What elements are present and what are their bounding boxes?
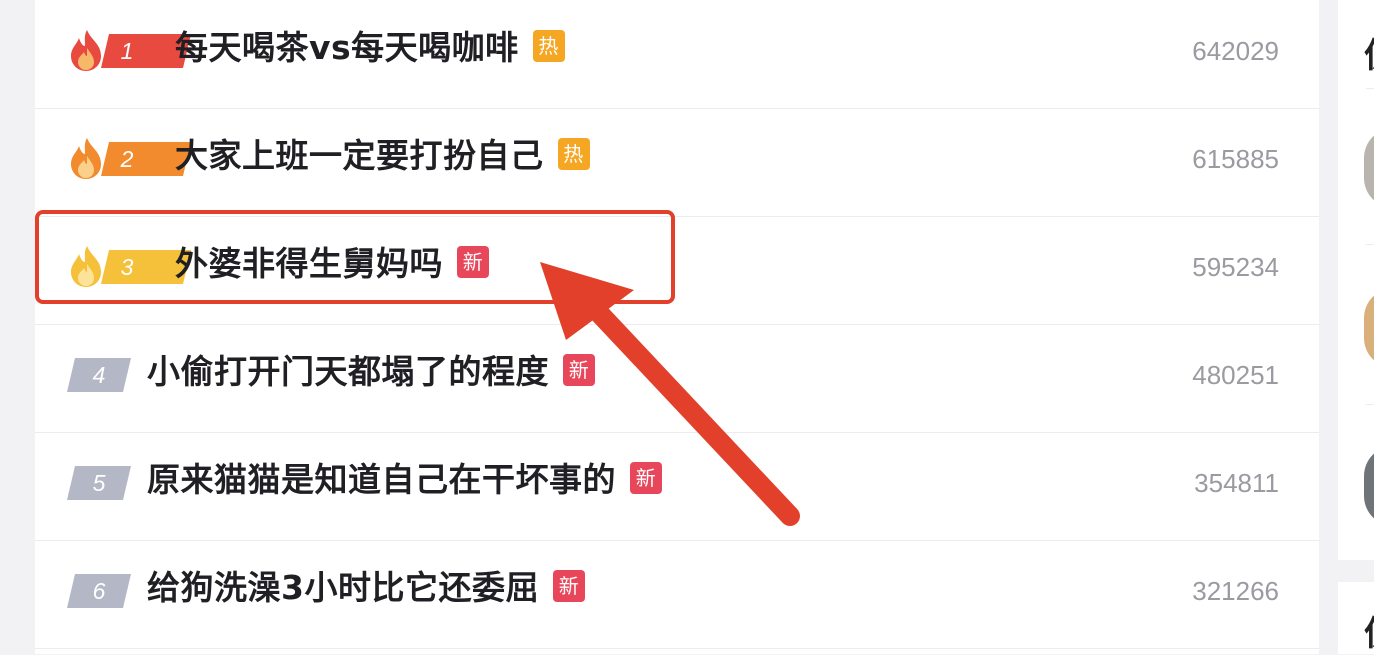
topic-title[interactable]: 原来猫猫是知道自己在干坏事的 (147, 460, 616, 499)
heat-count: 615885 (1192, 144, 1279, 174)
rank-number: 2 (120, 146, 134, 172)
topic-title[interactable]: 外婆非得生舅妈吗 (175, 244, 443, 283)
sidebar-heading: 仿 (1364, 606, 1374, 655)
rank-number: 1 (120, 38, 134, 64)
rank-badge: 2 (67, 138, 191, 179)
topic-title[interactable]: 小偷打开门天都塌了的程度 (147, 352, 549, 391)
topic-title[interactable]: 每天喝茶vs每天喝咖啡 (175, 28, 519, 67)
rank-number: 4 (92, 362, 106, 388)
new-tag: 新 (457, 246, 489, 278)
hot-tag: 热 (557, 138, 590, 170)
divider (1366, 88, 1374, 89)
topic-link[interactable]: 给狗洗澡3小时比它还委屈新 (147, 565, 585, 611)
heat-count: 480251 (1192, 360, 1279, 390)
list-item[interactable]: 6 给狗洗澡3小时比它还委屈新 321266 (35, 540, 1319, 649)
sidebar-card: 仿 (1338, 582, 1374, 654)
heat-count: 354811 (1194, 468, 1279, 498)
rank-badge: 1 (67, 30, 191, 71)
rank-badge: 3 (67, 246, 191, 287)
topic-link[interactable]: 每天喝茶vs每天喝咖啡热 (175, 25, 565, 71)
rank-badge: 5 (67, 466, 131, 500)
heat-count: 321266 (1192, 576, 1279, 606)
rank-badge: 4 (67, 358, 131, 392)
divider (1366, 404, 1374, 405)
heat-count: 595234 (1192, 252, 1279, 282)
topic-link[interactable]: 小偷打开门天都塌了的程度新 (147, 349, 595, 395)
topic-link[interactable]: 原来猫猫是知道自己在干坏事的新 (147, 457, 662, 503)
hot-tag: 热 (532, 30, 565, 62)
topic-link[interactable]: 外婆非得生舅妈吗新 (175, 241, 489, 287)
heat-count: 642029 (1192, 36, 1279, 66)
topic-title[interactable]: 大家上班一定要打扮自己 (175, 136, 544, 175)
list-item[interactable]: 4 小偷打开门天都塌了的程度新 480251 (35, 324, 1319, 433)
rank-number: 3 (120, 254, 134, 280)
list-item[interactable]: 2 大家上班一定要打扮自己热 615885 (35, 108, 1319, 217)
list-item[interactable]: 3 外婆非得生舅妈吗新 595234 (35, 216, 1319, 325)
topic-title[interactable]: 给狗洗澡3小时比它还委屈 (147, 568, 539, 607)
rank-number: 5 (92, 470, 106, 496)
list-item[interactable]: 1 每天喝茶vs每天喝咖啡热 642029 (35, 0, 1319, 109)
divider (1366, 244, 1374, 245)
topic-link[interactable]: 大家上班一定要打扮自己热 (175, 133, 590, 179)
list-item[interactable]: 5 原来猫猫是知道自己在干坏事的新 354811 (35, 432, 1319, 541)
rank-badge: 6 (67, 574, 131, 608)
new-tag: 新 (563, 354, 595, 386)
hot-search-list: 1 每天喝茶vs每天喝咖啡热 642029 2 大家上班一定要打扮自己热 615… (35, 0, 1319, 654)
new-tag: 新 (630, 462, 662, 494)
new-tag: 新 (552, 570, 585, 602)
sidebar-heading: 仿 (1364, 28, 1374, 77)
rank-number: 6 (92, 578, 106, 604)
